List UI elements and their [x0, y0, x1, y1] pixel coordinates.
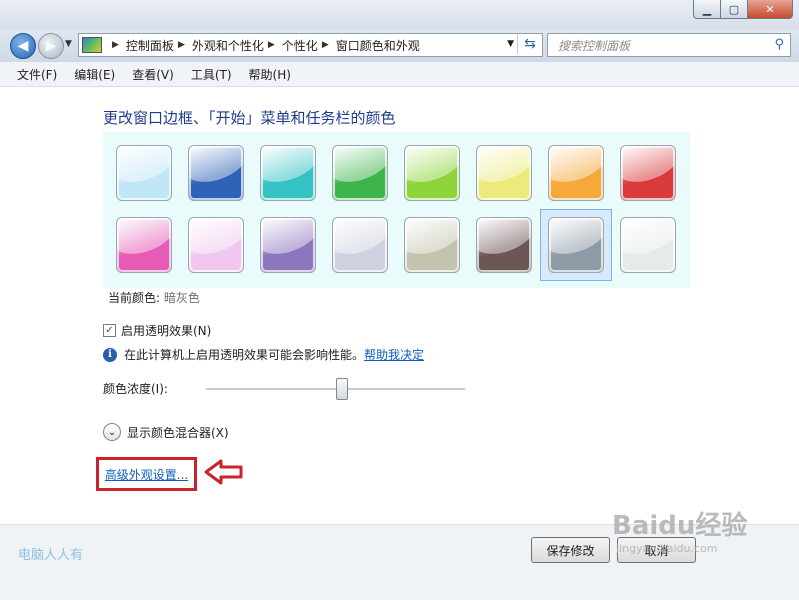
main-content: 更改窗口边框、「开始」菜单和任务栏的颜色 当前颜色: 暗灰色 ✓ 启用透明效果(…	[0, 87, 799, 524]
menu-bar: 文件(F) 编辑(E) 查看(V) 工具(T) 帮助(H)	[0, 62, 799, 87]
color-mixer-label[interactable]: 显示颜色混合器(X)	[127, 424, 229, 441]
checkbox-box[interactable]: ✓	[103, 324, 116, 337]
close-button[interactable]: ✕	[748, 0, 793, 19]
refresh-button[interactable]: ⇆	[517, 34, 542, 54]
history-dropdown[interactable]: ▼	[65, 39, 72, 49]
save-button[interactable]: 保存修改	[531, 537, 610, 563]
current-color-label: 当前颜色:	[108, 291, 161, 305]
menu-view[interactable]: 查看(V)	[132, 66, 174, 83]
breadcrumb-label: 窗口颜色和外观	[335, 38, 420, 53]
swatch-slate[interactable]	[548, 217, 604, 273]
minimize-button[interactable]: ▁	[693, 0, 721, 19]
breadcrumb-label: 个性化	[281, 38, 318, 53]
menu-tools[interactable]: 工具(T)	[191, 66, 232, 83]
swatch-leaf[interactable]	[332, 145, 388, 201]
chevron-down-icon[interactable]: ⌄	[103, 423, 121, 441]
breadcrumb-personalization[interactable]: 个性化 ▶	[282, 37, 336, 54]
breadcrumb-label: 控制面板	[125, 38, 174, 53]
baidu-logo: Baidu经验 jingyan.baidu.com	[612, 505, 747, 555]
red-arrow-icon	[204, 459, 243, 485]
advanced-appearance-link[interactable]: 高级外观设置...	[105, 466, 188, 483]
breadcrumb-root-arrow[interactable]: ▶	[108, 40, 126, 50]
chevron-down-icon: ▼	[65, 39, 72, 49]
swatch-violet[interactable]	[260, 217, 316, 273]
current-color: 当前颜色: 暗灰色	[108, 289, 200, 306]
breadcrumb-control-panel[interactable]: 控制面板 ▶	[126, 37, 192, 54]
current-color-value: 暗灰色	[163, 291, 200, 305]
swatch-lavender[interactable]	[332, 217, 388, 273]
help-me-decide-link[interactable]: 帮助我决定	[364, 346, 424, 363]
breadcrumb-window-color[interactable]: 窗口颜色和外观	[336, 37, 420, 54]
arrow-right-icon: ▶	[45, 38, 57, 54]
window-controls: ▁ ▢ ✕	[693, 0, 793, 19]
control-panel-icon	[82, 37, 102, 53]
menu-help[interactable]: 帮助(H)	[249, 66, 291, 83]
breadcrumb-appearance[interactable]: 外观和个性化 ▶	[192, 37, 282, 54]
swatch-frost[interactable]	[620, 217, 676, 273]
chevron-right-icon[interactable]: ▶	[322, 40, 329, 50]
address-dropdown-icon[interactable]: ▼	[507, 39, 514, 49]
swatch-blush[interactable]	[188, 217, 244, 273]
refresh-icon: ⇆	[524, 36, 536, 52]
swatch-chocolate[interactable]	[476, 217, 532, 273]
navigation-bar: ◀ ▶ ▼ ▶ 控制面板 ▶ 外观和个性化 ▶ 个性化 ▶ 窗口颜色和外观 ▼ ⇆ 搜…	[0, 30, 799, 62]
info-text: 在此计算机上启用透明效果可能会影响性能。	[124, 348, 365, 362]
baidu-logo-text: Baidu经验	[612, 511, 748, 541]
info-icon: i	[103, 347, 117, 362]
chevron-right-icon: ▶	[112, 40, 119, 50]
swatch-sky[interactable]	[116, 145, 172, 201]
color-palette	[103, 132, 690, 288]
swatch-lemon[interactable]	[476, 145, 532, 201]
baidu-logo-url: jingyan.baidu.com	[616, 542, 718, 555]
transparency-checkbox[interactable]: ✓ 启用透明效果(N)	[103, 322, 211, 339]
swatch-lime[interactable]	[404, 145, 460, 201]
swatch-ruby[interactable]	[620, 145, 676, 201]
intensity-label: 颜色浓度(I):	[103, 382, 168, 396]
title-bar: ▁ ▢ ✕	[0, 0, 799, 30]
menu-file[interactable]: 文件(F)	[17, 66, 57, 83]
performance-info: i 在此计算机上启用透明效果可能会影响性能。 帮助我决定	[103, 346, 424, 363]
chevron-right-icon[interactable]: ▶	[268, 40, 275, 50]
back-button[interactable]: ◀	[10, 33, 36, 59]
advanced-appearance-highlight: 高级外观设置...	[96, 457, 197, 491]
search-icon[interactable]: ⚲	[774, 37, 784, 52]
transparency-label[interactable]: 启用透明效果(N)	[121, 322, 211, 339]
intensity-slider-thumb[interactable]	[335, 378, 348, 400]
address-bar[interactable]: ▶ 控制面板 ▶ 外观和个性化 ▶ 个性化 ▶ 窗口颜色和外观 ▼ ⇆	[78, 33, 543, 57]
swatch-fuchsia[interactable]	[116, 217, 172, 273]
swatch-twilight[interactable]	[188, 145, 244, 201]
search-input[interactable]: 搜索控制面板	[558, 37, 630, 54]
forward-button[interactable]: ▶	[38, 33, 64, 59]
chevron-right-icon[interactable]: ▶	[178, 40, 185, 50]
menu-edit[interactable]: 编辑(E)	[74, 66, 115, 83]
arrow-left-icon: ◀	[17, 38, 29, 54]
watermark-text: 电脑人人有	[18, 548, 84, 563]
maximize-button[interactable]: ▢	[721, 0, 748, 19]
swatch-tangerine[interactable]	[548, 145, 604, 201]
search-box[interactable]: 搜索控制面板 ⚲	[547, 33, 791, 57]
color-mixer-toggle[interactable]: ⌄ 显示颜色混合器(X)	[103, 423, 229, 441]
swatch-sea[interactable]	[260, 145, 316, 201]
page-title: 更改窗口边框、「开始」菜单和任务栏的颜色	[103, 109, 396, 127]
breadcrumb-label: 外观和个性化	[191, 38, 264, 53]
swatch-taupe[interactable]	[404, 217, 460, 273]
